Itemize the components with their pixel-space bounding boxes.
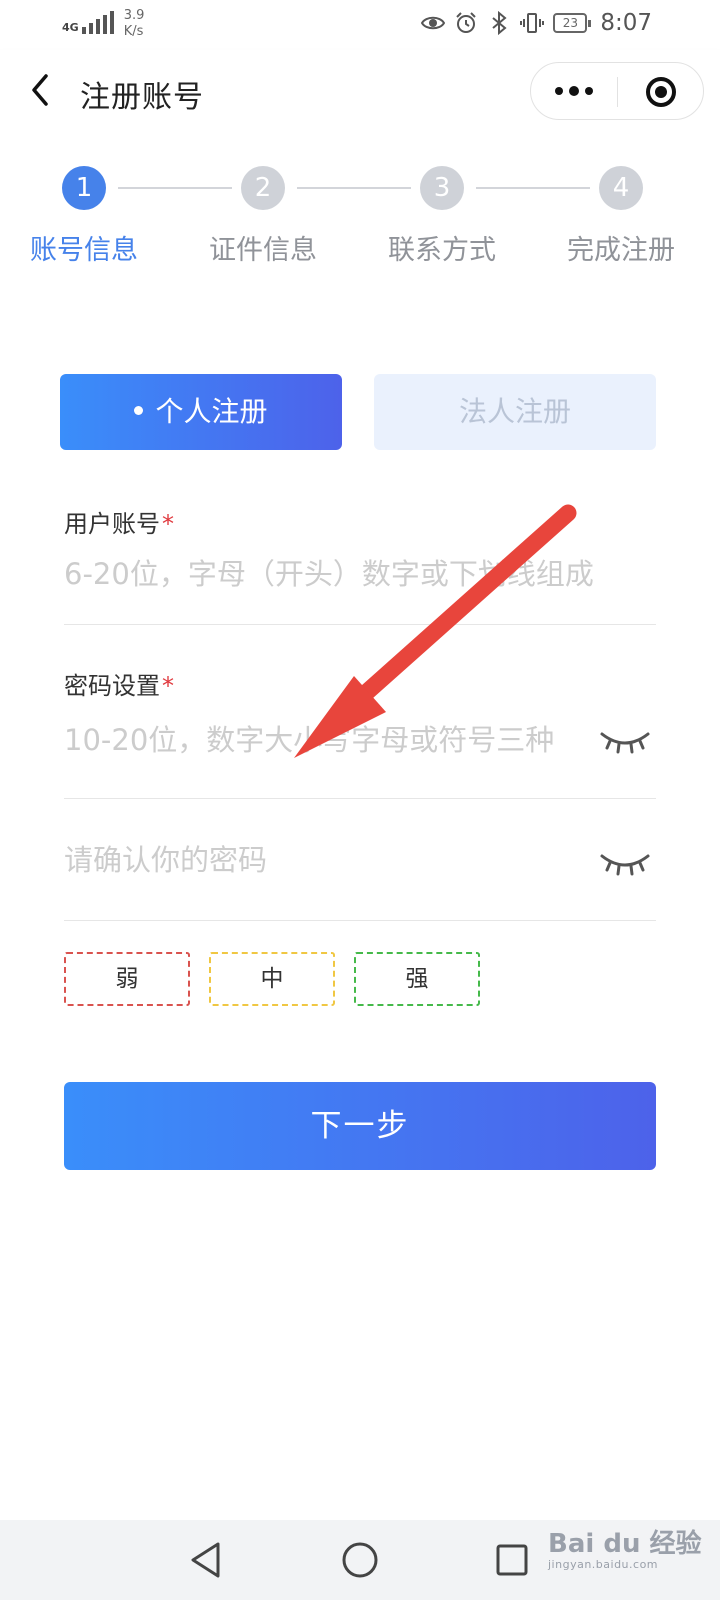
password-input[interactable] [64,718,584,762]
speed-value: 3.9 [123,8,145,23]
registration-form: 个人注册 法人注册 用户账号* 密码设置* 弱 中 强 下一步 [0,316,720,1520]
account-label-text: 用户账号 [64,510,160,538]
back-button[interactable] [22,68,62,112]
step-account-info: 1 账号信息 [0,166,174,276]
nav-recents-button[interactable] [488,1538,536,1582]
status-bar: 4G 3.9 K/s 23 8:07 [0,0,720,50]
step-complete: 4 完成注册 [531,166,711,276]
bluetooth-icon [492,11,507,35]
step-number: 4 [599,166,643,210]
top-card: 注册账号 1 账号信息 2 证件信息 3 联系方式 4 完成注册 [0,50,720,316]
more-dots-icon [555,87,563,95]
more-button[interactable] [531,63,617,119]
circle-home-icon [342,1542,378,1578]
watermark-url: jingyan.baidu.com [548,1558,659,1571]
page-title: 注册账号 [80,80,204,115]
toggle-password-visibility[interactable] [598,722,652,762]
baidu-jingyan-watermark: Bai du 经验 jingyan.baidu.com [548,1530,702,1572]
required-mark: * [162,510,174,538]
close-miniapp-button[interactable] [631,73,691,111]
password-label-text: 密码设置 [64,672,160,700]
nav-home-button[interactable] [336,1538,384,1582]
signal-bars-icon [81,11,114,34]
confirm-password-input[interactable] [64,838,584,882]
step-number: 3 [420,166,464,210]
toggle-confirm-visibility[interactable] [598,844,652,884]
target-circle-icon [646,77,676,107]
step-label: 联系方式 [388,235,496,266]
step-id-info: 2 证件信息 [173,166,353,276]
strength-strong: 强 [354,952,480,1006]
status-left: 4G 3.9 K/s [62,8,144,40]
miniapp-capsule [530,62,704,120]
clock-time: 8:07 [600,10,652,36]
strength-medium: 中 [209,952,335,1006]
status-right: 23 8:07 [421,10,652,36]
step-label: 证件信息 [209,235,317,266]
password-divider [64,798,656,799]
watermark-text: Bai du 经验 [548,1529,702,1559]
step-contact: 3 联系方式 [352,166,532,276]
strength-weak: 弱 [64,952,190,1006]
tab-label: 个人注册 [155,395,268,428]
capsule-divider [617,77,618,107]
vibrate-icon [520,13,545,33]
network-speed: 3.9 K/s [124,8,145,40]
step-label: 账号信息 [30,235,138,266]
required-mark: * [162,672,174,700]
network-type: 4G [62,21,79,34]
step-number: 2 [241,166,285,210]
triangle-back-icon [191,1542,220,1578]
speed-unit: K/s [123,24,144,39]
system-nav-bar: Bai du 经验 jingyan.baidu.com [0,1520,720,1600]
account-input[interactable] [64,552,654,596]
password-label: 密码设置* [64,666,174,701]
next-step-button[interactable]: 下一步 [64,1082,656,1170]
more-dots-icon [585,87,593,95]
signal-indicator: 4G [62,8,114,34]
account-label: 用户账号* [64,504,174,539]
step-label: 完成注册 [567,235,675,266]
more-dots-icon [569,86,579,96]
eye-closed-icon [600,732,650,754]
eye-status-icon [421,16,446,30]
confirm-divider [64,920,656,921]
square-recents-icon [496,1544,528,1576]
selected-dot-icon [134,405,144,415]
eye-closed-icon [600,854,650,876]
tab-legal-registration[interactable]: 法人注册 [374,374,656,450]
alarm-icon [456,12,477,33]
tab-personal-registration[interactable]: 个人注册 [60,374,342,450]
chevron-left-icon [32,74,48,106]
step-number: 1 [62,166,106,210]
nav-back-button[interactable] [182,1538,230,1582]
battery-icon: 23 [553,13,592,33]
account-divider [64,624,656,625]
